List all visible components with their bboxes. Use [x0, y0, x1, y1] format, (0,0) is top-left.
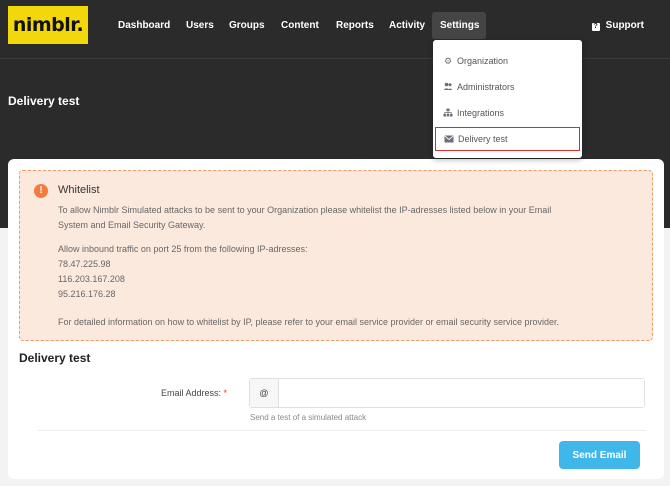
- help-square-icon: ?: [591, 23, 600, 31]
- menu-item-integrations[interactable]: Integrations: [435, 101, 580, 125]
- email-label-text: Email Address:: [161, 388, 222, 398]
- gear-icon: ⚙: [443, 56, 453, 66]
- required-mark: *: [223, 388, 228, 398]
- alert-line-4: For detailed information on how to white…: [58, 317, 560, 327]
- form-divider: [38, 430, 646, 431]
- alert-line-3: Allow inbound traffic on port 25 from th…: [58, 244, 308, 254]
- email-help-text: Send a test of a simulated attack: [250, 413, 367, 422]
- menu-item-label: Organization: [457, 56, 509, 66]
- settings-dropdown: ⚙ Organization Administrators Integratio…: [433, 40, 582, 158]
- menu-item-label: Administrators: [457, 82, 515, 92]
- nav-activity[interactable]: Activity: [381, 12, 433, 39]
- support-link[interactable]: ? Support: [591, 12, 644, 39]
- whitelist-alert: ! Whitelist To allow Nimblr Simulated at…: [19, 170, 653, 341]
- send-email-button[interactable]: Send Email: [559, 441, 640, 469]
- sitemap-icon: [443, 101, 453, 125]
- nav-settings[interactable]: Settings: [432, 12, 486, 39]
- users-icon: [443, 75, 453, 99]
- ip-address: 116.203.167.208: [58, 274, 125, 284]
- section-title: Delivery test: [19, 351, 91, 365]
- email-label: Email Address: *: [161, 388, 227, 398]
- menu-item-label: Integrations: [457, 108, 505, 118]
- nav-dashboard[interactable]: Dashboard: [110, 12, 178, 39]
- nimblr-logo[interactable]: nimblr.: [8, 6, 88, 44]
- alert-title: Whitelist: [58, 184, 100, 196]
- menu-item-label: Delivery test: [458, 134, 508, 144]
- nav-reports[interactable]: Reports: [328, 12, 382, 39]
- page-title: Delivery test: [8, 94, 80, 108]
- menu-item-organization[interactable]: ⚙ Organization: [435, 49, 580, 73]
- ip-address: 95.216.176.28: [58, 289, 116, 299]
- nav-content[interactable]: Content: [273, 12, 327, 39]
- menu-item-delivery-test[interactable]: Delivery test: [435, 127, 580, 151]
- envelope-icon: [444, 128, 454, 150]
- ip-address: 78.47.225.98: [58, 259, 111, 269]
- email-input[interactable]: [280, 379, 644, 407]
- alert-line-2: System and Email Security Gateway.: [58, 220, 206, 230]
- menu-item-administrators[interactable]: Administrators: [435, 75, 580, 99]
- nav-users[interactable]: Users: [178, 12, 222, 39]
- at-sign-addon: @: [250, 379, 279, 407]
- alert-line-1: To allow Nimblr Simulated attacks to be …: [58, 205, 552, 215]
- email-input-group: @: [249, 378, 645, 408]
- delivery-test-card: ! Whitelist To allow Nimblr Simulated at…: [8, 159, 664, 479]
- support-label: Support: [605, 20, 644, 31]
- exclamation-icon: !: [34, 184, 48, 198]
- nav-groups[interactable]: Groups: [221, 12, 273, 39]
